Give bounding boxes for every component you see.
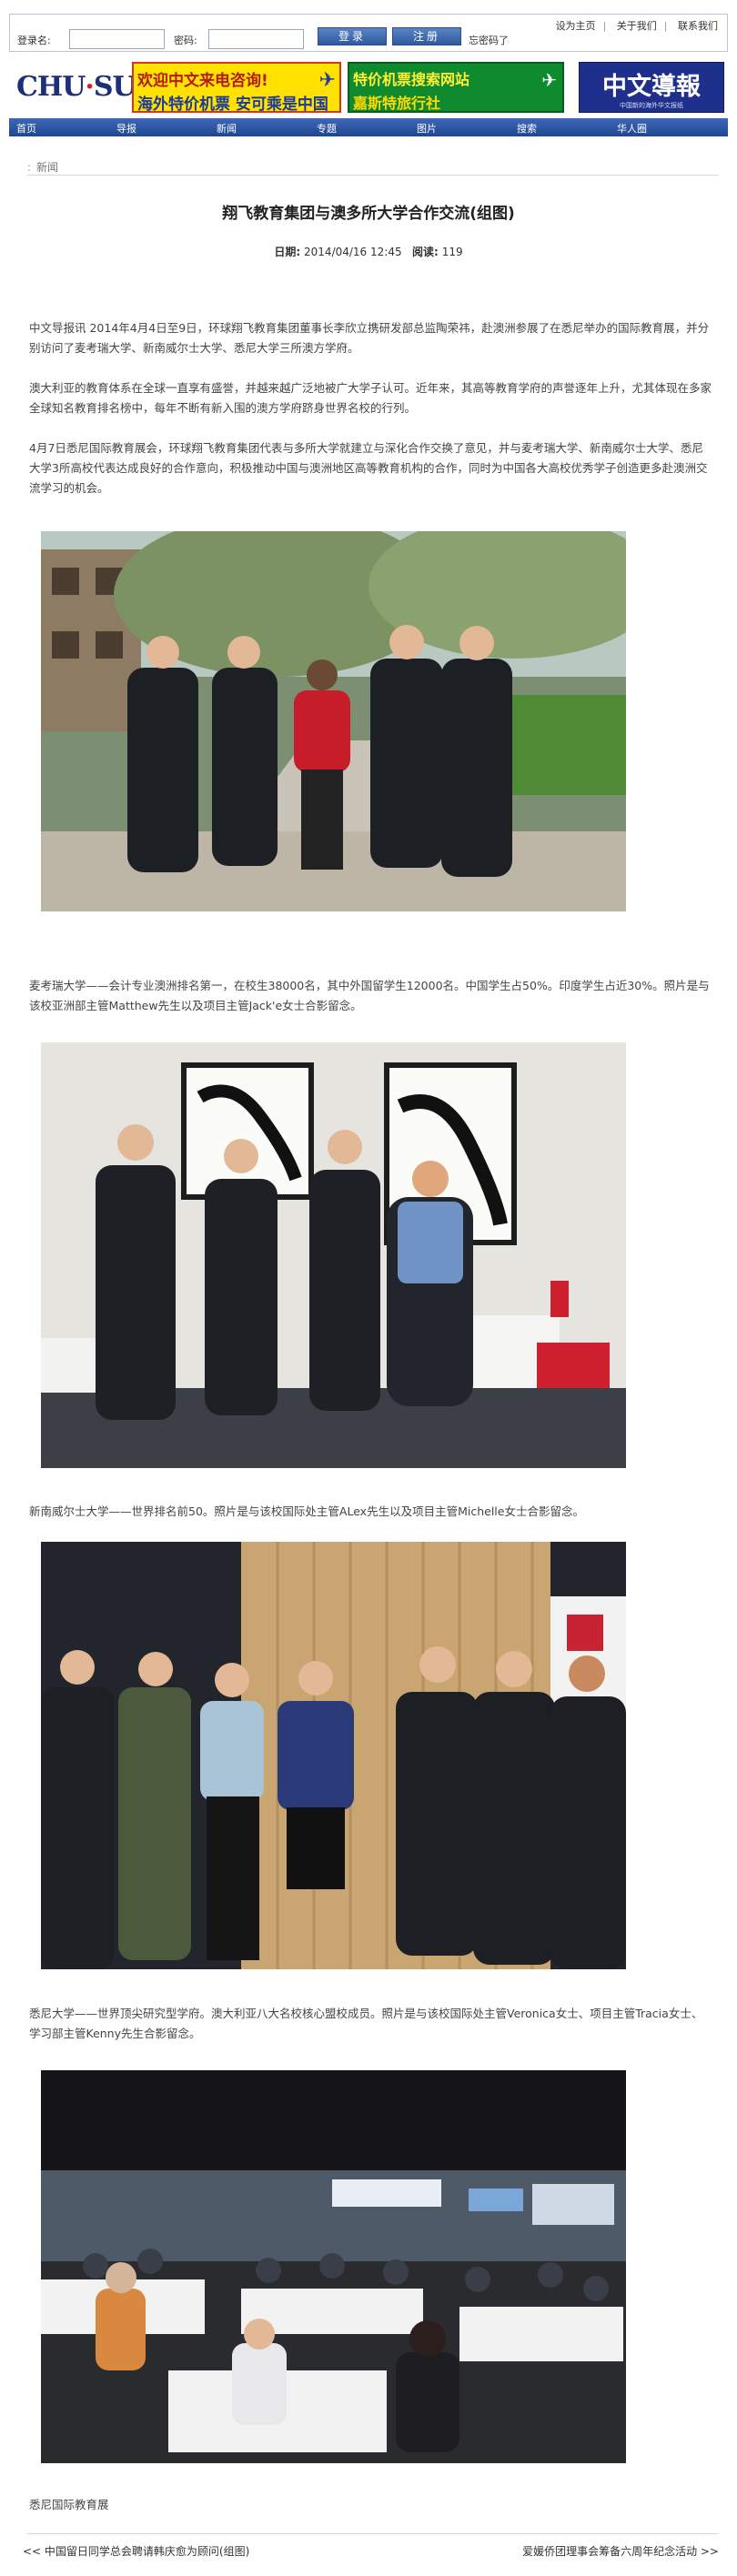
- banner-ad-tickets[interactable]: 欢迎中文来电咨询! 海外特价机票 安可乘是中国 ✈: [132, 62, 341, 114]
- view-count: 119: [441, 246, 463, 258]
- nav-item-photos[interactable]: 图片: [417, 121, 437, 136]
- login-bar: 登录名: 密码: 登录 注册 忘密码了 设为主页 | 关于我们 | 联系我们: [9, 14, 728, 52]
- article-paragraph: 中文导报讯 2014年4月4日至9日，环球翔飞教育集团董事长李欣立携研发部总监陶…: [29, 321, 710, 355]
- article-meta: 日期: 2014/04/16 12:45 阅读: 119: [274, 246, 463, 258]
- airplane-icon: ✈: [541, 69, 557, 91]
- top-links: 设为主页 | 关于我们 | 联系我们: [555, 20, 718, 32]
- set-homepage-link[interactable]: 设为主页: [556, 20, 596, 32]
- nav-item-community[interactable]: 华人圈: [617, 121, 647, 136]
- article-photo-education-expo: [41, 2070, 626, 2463]
- article-paragraph: 4月7日悉尼国际教育展会，环球翔飞教育集团代表与多所大学就建立与深化合作交换了意…: [29, 441, 708, 495]
- photo-caption: 麦考瑞大学——会计专业澳洲排名第一，在校生38000名，其中外国留学生12000…: [29, 979, 710, 1012]
- contact-us-link[interactable]: 联系我们: [678, 20, 718, 32]
- username-label: 登录名:: [17, 35, 51, 46]
- newspaper-subtitle: 中国新的海外华文报纸: [620, 102, 683, 109]
- banner-ad-travel[interactable]: 特价机票搜索网站 嘉斯特旅行社 ✈: [348, 62, 564, 113]
- divider: [27, 2533, 719, 2534]
- breadcrumb-section[interactable]: 新闻: [36, 161, 58, 174]
- main-nav: 首页 导报 新闻 专题 图片 搜索 华人圈: [9, 118, 728, 136]
- article-photo-unsw: [41, 1042, 626, 1468]
- banner-ad-line: 嘉斯特旅行社: [353, 95, 441, 112]
- article-paragraph: 澳大利亚的教育体系在全球一直享有盛誉，并越来越广泛地被广大学子认可。近年来，其高…: [29, 381, 712, 415]
- photo-caption: 悉尼大学——世界顶尖研究型学府。澳大利亚八大名校核心盟校成员。照片是与该校国际处…: [29, 2007, 703, 2040]
- site-logo[interactable]: CHU·SUN: [16, 62, 160, 109]
- breadcrumb: : 新闻: [27, 161, 59, 174]
- nav-item-home[interactable]: 首页: [16, 121, 36, 136]
- photo-caption: 新南威尔士大学——世界排名前50。照片是与该校国际处主管ALex先生以及项目主管…: [29, 1504, 584, 1518]
- article-photo-macquarie: [41, 531, 626, 911]
- divider: [27, 175, 719, 176]
- nav-item-herald[interactable]: 导报: [116, 121, 136, 136]
- login-button[interactable]: 登录: [318, 27, 387, 45]
- banner-newspaper[interactable]: 中文導報 中国新的海外华文报纸: [579, 62, 724, 113]
- article-date: 2014/04/16 12:45: [304, 246, 402, 258]
- photo-caption: 悉尼国际教育展: [29, 2498, 109, 2511]
- previous-article-link[interactable]: << 中国留日同学总会聘请韩庆愈为顾问(组图): [23, 2543, 249, 2559]
- next-article-link[interactable]: 爱媛侨团理事会筹备六周年纪念活动 >>: [522, 2543, 719, 2559]
- password-label: 密码:: [174, 35, 197, 46]
- airplane-icon: ✈: [318, 69, 336, 92]
- forgot-password-link[interactable]: 忘密码了: [469, 33, 509, 47]
- newspaper-title: 中文導報: [602, 73, 701, 101]
- username-input[interactable]: [69, 29, 165, 49]
- nav-item-search[interactable]: 搜索: [517, 121, 537, 136]
- banner-ad-line: 欢迎中文来电咨询!: [137, 72, 268, 90]
- article-photo-sydney: [41, 1542, 626, 1969]
- register-button[interactable]: 注册: [392, 27, 461, 45]
- article-title: 翔飞教育集团与澳多所大学合作交流(组图): [222, 205, 515, 223]
- nav-item-news[interactable]: 新闻: [217, 121, 237, 136]
- password-input[interactable]: [208, 29, 304, 49]
- nav-item-topics[interactable]: 专题: [317, 121, 337, 136]
- banner-ad-line: 海外特价机票 安可乘是中国: [137, 96, 328, 114]
- banner-ad-line: 特价机票搜索网站: [353, 71, 470, 88]
- about-us-link[interactable]: 关于我们: [617, 20, 657, 32]
